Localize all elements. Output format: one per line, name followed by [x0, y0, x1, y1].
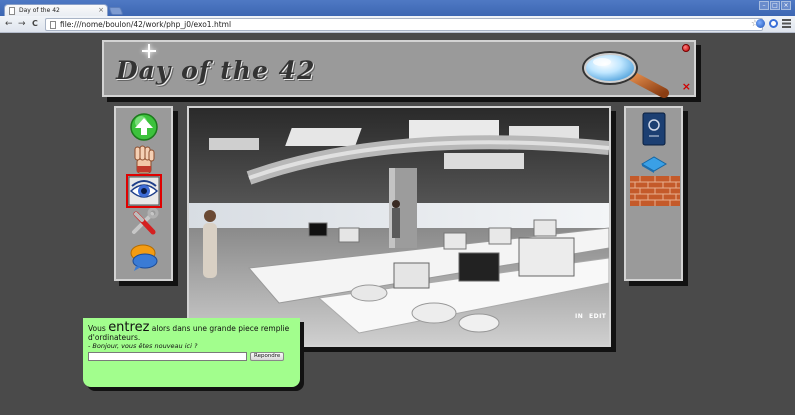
office-room-image [189, 108, 609, 345]
page-viewport: Day of the 42 × IN EDIT Vous entrez alor… [2, 34, 793, 415]
menu-icon[interactable] [782, 19, 791, 28]
maximize-button[interactable]: □ [770, 1, 780, 10]
tools-icon[interactable] [128, 207, 160, 238]
tab-title: Day of the 42 [19, 7, 60, 14]
photo-overlay-edit: EDIT [589, 313, 607, 320]
left-navigation [114, 106, 173, 281]
address-bar[interactable]: file:///nome/boulon/42/work/php_j0/exo1.… [45, 18, 763, 31]
story-question: - Bonjour, vous êtes nouveau ici ? [88, 342, 198, 350]
right-navigation [624, 106, 683, 281]
browser-titlebar: Day of the 42 × – □ × [0, 0, 795, 17]
speech-bubble-icon[interactable] [128, 242, 160, 272]
reply-input[interactable] [88, 352, 247, 361]
extension-c-icon[interactable] [769, 19, 778, 28]
brick-wall-icon[interactable] [630, 176, 682, 206]
up-arrow-icon[interactable] [128, 112, 160, 142]
fist-icon[interactable] [128, 144, 160, 174]
window-controls: – □ × [759, 1, 791, 10]
header-close-button[interactable]: × [682, 81, 691, 92]
forward-button[interactable]: → [18, 18, 26, 30]
magnifier-icon [582, 51, 669, 98]
new-tab-button[interactable] [108, 7, 124, 15]
window-close-button[interactable]: × [781, 1, 791, 10]
extension-globe-icon[interactable] [756, 19, 765, 28]
site-title: Day of the 42 [116, 56, 316, 85]
office-photo: IN EDIT [187, 106, 611, 347]
url-text[interactable]: file:///nome/boulon/42/work/php_j0/exo1.… [60, 20, 231, 29]
extension-icons [756, 19, 791, 28]
reload-button[interactable]: C [32, 18, 38, 30]
reply-button[interactable]: Repondre [250, 352, 285, 361]
page-icon [9, 7, 15, 15]
back-button[interactable]: ← [5, 18, 13, 30]
story-dialog: Vous entrez alors dans une grande piece … [83, 318, 300, 387]
reply-row: Repondre [88, 352, 295, 361]
story-text: Vous entrez alors dans une grande piece … [88, 321, 295, 342]
page-icon [50, 21, 56, 29]
story-prefix: Vous [88, 324, 109, 333]
photo-overlay-in: IN [575, 313, 584, 320]
record-button[interactable] [682, 44, 690, 52]
passport-icon[interactable] [640, 112, 672, 146]
header-banner: Day of the 42 × [102, 40, 696, 98]
eye-icon[interactable] [126, 174, 162, 208]
browser-toolbar: ← → C file:///nome/boulon/42/work/php_j0… [0, 16, 795, 33]
tab-close-icon[interactable]: × [98, 6, 104, 14]
minimize-button[interactable]: – [759, 1, 769, 10]
